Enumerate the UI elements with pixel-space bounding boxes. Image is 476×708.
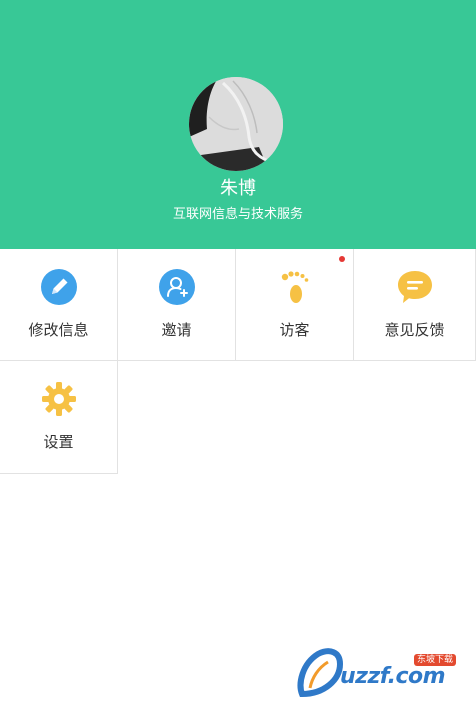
menu-item-label: 邀请 bbox=[161, 321, 192, 339]
gear-icon bbox=[41, 382, 76, 416]
menu-item-edit-info[interactable]: 修改信息 bbox=[0, 249, 118, 361]
watermark-tag: 东坡下载 bbox=[414, 654, 457, 666]
pencil-icon bbox=[40, 269, 77, 305]
watermark-d-icon bbox=[297, 648, 344, 698]
footprint-icon bbox=[281, 271, 308, 303]
menu-item-label: 设置 bbox=[43, 433, 74, 451]
menu-item-label: 修改信息 bbox=[28, 321, 89, 339]
watermark-logo: uzzf.com 东坡下载 bbox=[296, 644, 472, 702]
menu-item-label: 访客 bbox=[279, 321, 310, 339]
notification-badge bbox=[339, 256, 345, 262]
menu-item-feedback[interactable]: 意见反馈 bbox=[354, 249, 476, 361]
avatar-photo-icon bbox=[189, 77, 283, 171]
menu-item-settings[interactable]: 设置 bbox=[0, 361, 118, 474]
chat-bubble-icon bbox=[397, 271, 432, 303]
user-organization: 互联网信息与技术服务 bbox=[172, 207, 303, 222]
menu-item-label: 意见反馈 bbox=[384, 321, 445, 339]
menu-item-visitors[interactable]: 访客 bbox=[236, 249, 354, 361]
profile-header: 朱博 互联网信息与技术服务 bbox=[0, 0, 476, 249]
watermark-text: uzzf.com bbox=[340, 664, 446, 689]
add-user-icon bbox=[158, 269, 195, 305]
profile-screen: 朱博 互联网信息与技术服务 修改信息 邀请 访客 意见反馈 设置 uzzf.co… bbox=[0, 0, 476, 708]
menu-item-invite[interactable]: 邀请 bbox=[118, 249, 236, 361]
avatar[interactable] bbox=[189, 77, 283, 171]
user-name: 朱博 bbox=[220, 178, 256, 199]
